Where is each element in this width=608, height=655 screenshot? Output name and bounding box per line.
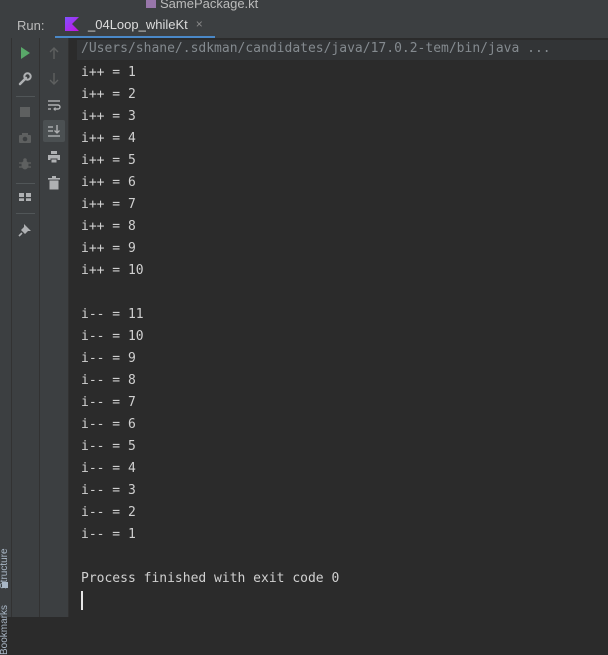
- console-line: i++ = 3: [81, 109, 136, 124]
- tool-window-edge-bar: Structure Bookmarks: [0, 38, 12, 655]
- run-config-tab-title: _04Loop_whileKt: [88, 16, 188, 32]
- console-line: i-- = 1: [81, 527, 136, 542]
- arrow-up-icon[interactable]: [43, 42, 65, 64]
- console-line: i++ = 8: [81, 219, 136, 234]
- close-icon[interactable]: ×: [196, 17, 203, 31]
- console-line: i-- = 7: [81, 395, 136, 410]
- console-line: i-- = 11: [81, 307, 144, 322]
- console-line: i++ = 6: [81, 175, 136, 190]
- print-icon[interactable]: [43, 146, 65, 168]
- console-line: i++ = 4: [81, 131, 136, 146]
- run-toolbar-primary: [12, 38, 40, 617]
- toolbar-separator: [16, 183, 35, 184]
- camera-icon[interactable]: [14, 127, 36, 149]
- console-line: i++ = 5: [81, 153, 136, 168]
- console-line: i-- = 9: [81, 351, 136, 366]
- console-line: i++ = 1: [81, 65, 136, 80]
- console-line: i-- = 5: [81, 439, 136, 454]
- console-output-lines: i++ = 1 i++ = 2 i++ = 3 i++ = 4 i++ = 5 i++ =…: [81, 62, 339, 590]
- console-line: i-- = 6: [81, 417, 136, 432]
- console-line: i++ = 7: [81, 197, 136, 212]
- console-line: Process finished with exit code 0: [81, 571, 340, 586]
- toolbar-separator: [16, 96, 35, 97]
- editor-tab-strip: SamePackage.kt: [0, 0, 608, 12]
- editor-file-tab[interactable]: SamePackage.kt: [146, 0, 258, 11]
- command-text: /Users/shane/.sdkman/candidates/java/17.…: [81, 41, 551, 56]
- console-line: i++ = 10: [81, 263, 144, 278]
- run-toolbar-secondary: [40, 38, 69, 617]
- debug-bug-icon[interactable]: [14, 153, 36, 175]
- kotlin-icon: [65, 17, 79, 31]
- play-icon[interactable]: [14, 42, 36, 64]
- structure-icon: [2, 582, 8, 588]
- run-panel-header: Run: _04Loop_whileKt ×: [0, 12, 608, 39]
- bookmarks-tool-label[interactable]: Bookmarks: [0, 605, 10, 655]
- console-line: i-- = 10: [81, 329, 144, 344]
- layout-icon[interactable]: [14, 186, 36, 208]
- stop-icon[interactable]: [14, 101, 36, 123]
- console-output-area[interactable]: /Users/shane/.sdkman/candidates/java/17.…: [69, 38, 608, 617]
- console-line: i-- = 2: [81, 505, 136, 520]
- toolbar-separator: [16, 213, 35, 214]
- console-line: i-- = 4: [81, 461, 136, 476]
- soft-wrap-icon[interactable]: [43, 94, 65, 116]
- pin-icon[interactable]: [14, 219, 36, 241]
- wrench-icon[interactable]: [14, 68, 36, 90]
- console-line: i-- = 8: [81, 373, 136, 388]
- kotlin-file-icon: [146, 0, 156, 8]
- run-config-tab[interactable]: _04Loop_whileKt ×: [55, 12, 215, 39]
- text-caret: [81, 591, 83, 610]
- editor-file-tab-label: SamePackage.kt: [160, 0, 259, 11]
- run-label: Run:: [17, 18, 45, 33]
- console-line: i++ = 9: [81, 241, 136, 256]
- trash-icon[interactable]: [43, 172, 65, 194]
- scroll-to-end-icon[interactable]: [43, 120, 65, 142]
- arrow-down-icon[interactable]: [43, 68, 65, 90]
- console-line: i++ = 2: [81, 87, 136, 102]
- console-line: i-- = 3: [81, 483, 136, 498]
